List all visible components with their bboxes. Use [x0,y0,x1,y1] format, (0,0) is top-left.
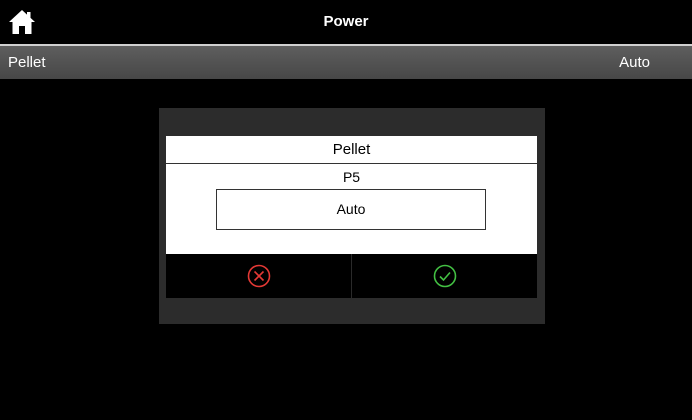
confirm-icon [433,264,456,288]
page-title: Power [323,13,369,30]
setting-row-pellet[interactable]: Pellet Auto [0,46,692,79]
home-button[interactable] [6,6,38,38]
value-selector[interactable]: Auto [216,189,486,230]
setting-value: Auto [619,54,650,71]
cancel-button[interactable] [166,254,352,298]
confirm-button[interactable] [352,254,537,298]
dialog-button-row [166,254,537,298]
top-bar: Power [0,0,692,44]
home-icon [9,10,35,34]
setting-label: Pellet [8,54,46,71]
cancel-icon [247,264,270,288]
dialog-title: Pellet [166,136,537,163]
value-dialog: Pellet P5 Auto [159,108,545,324]
dialog-body: P5 Auto [166,164,537,254]
dialog-subtitle: P5 [342,169,361,185]
